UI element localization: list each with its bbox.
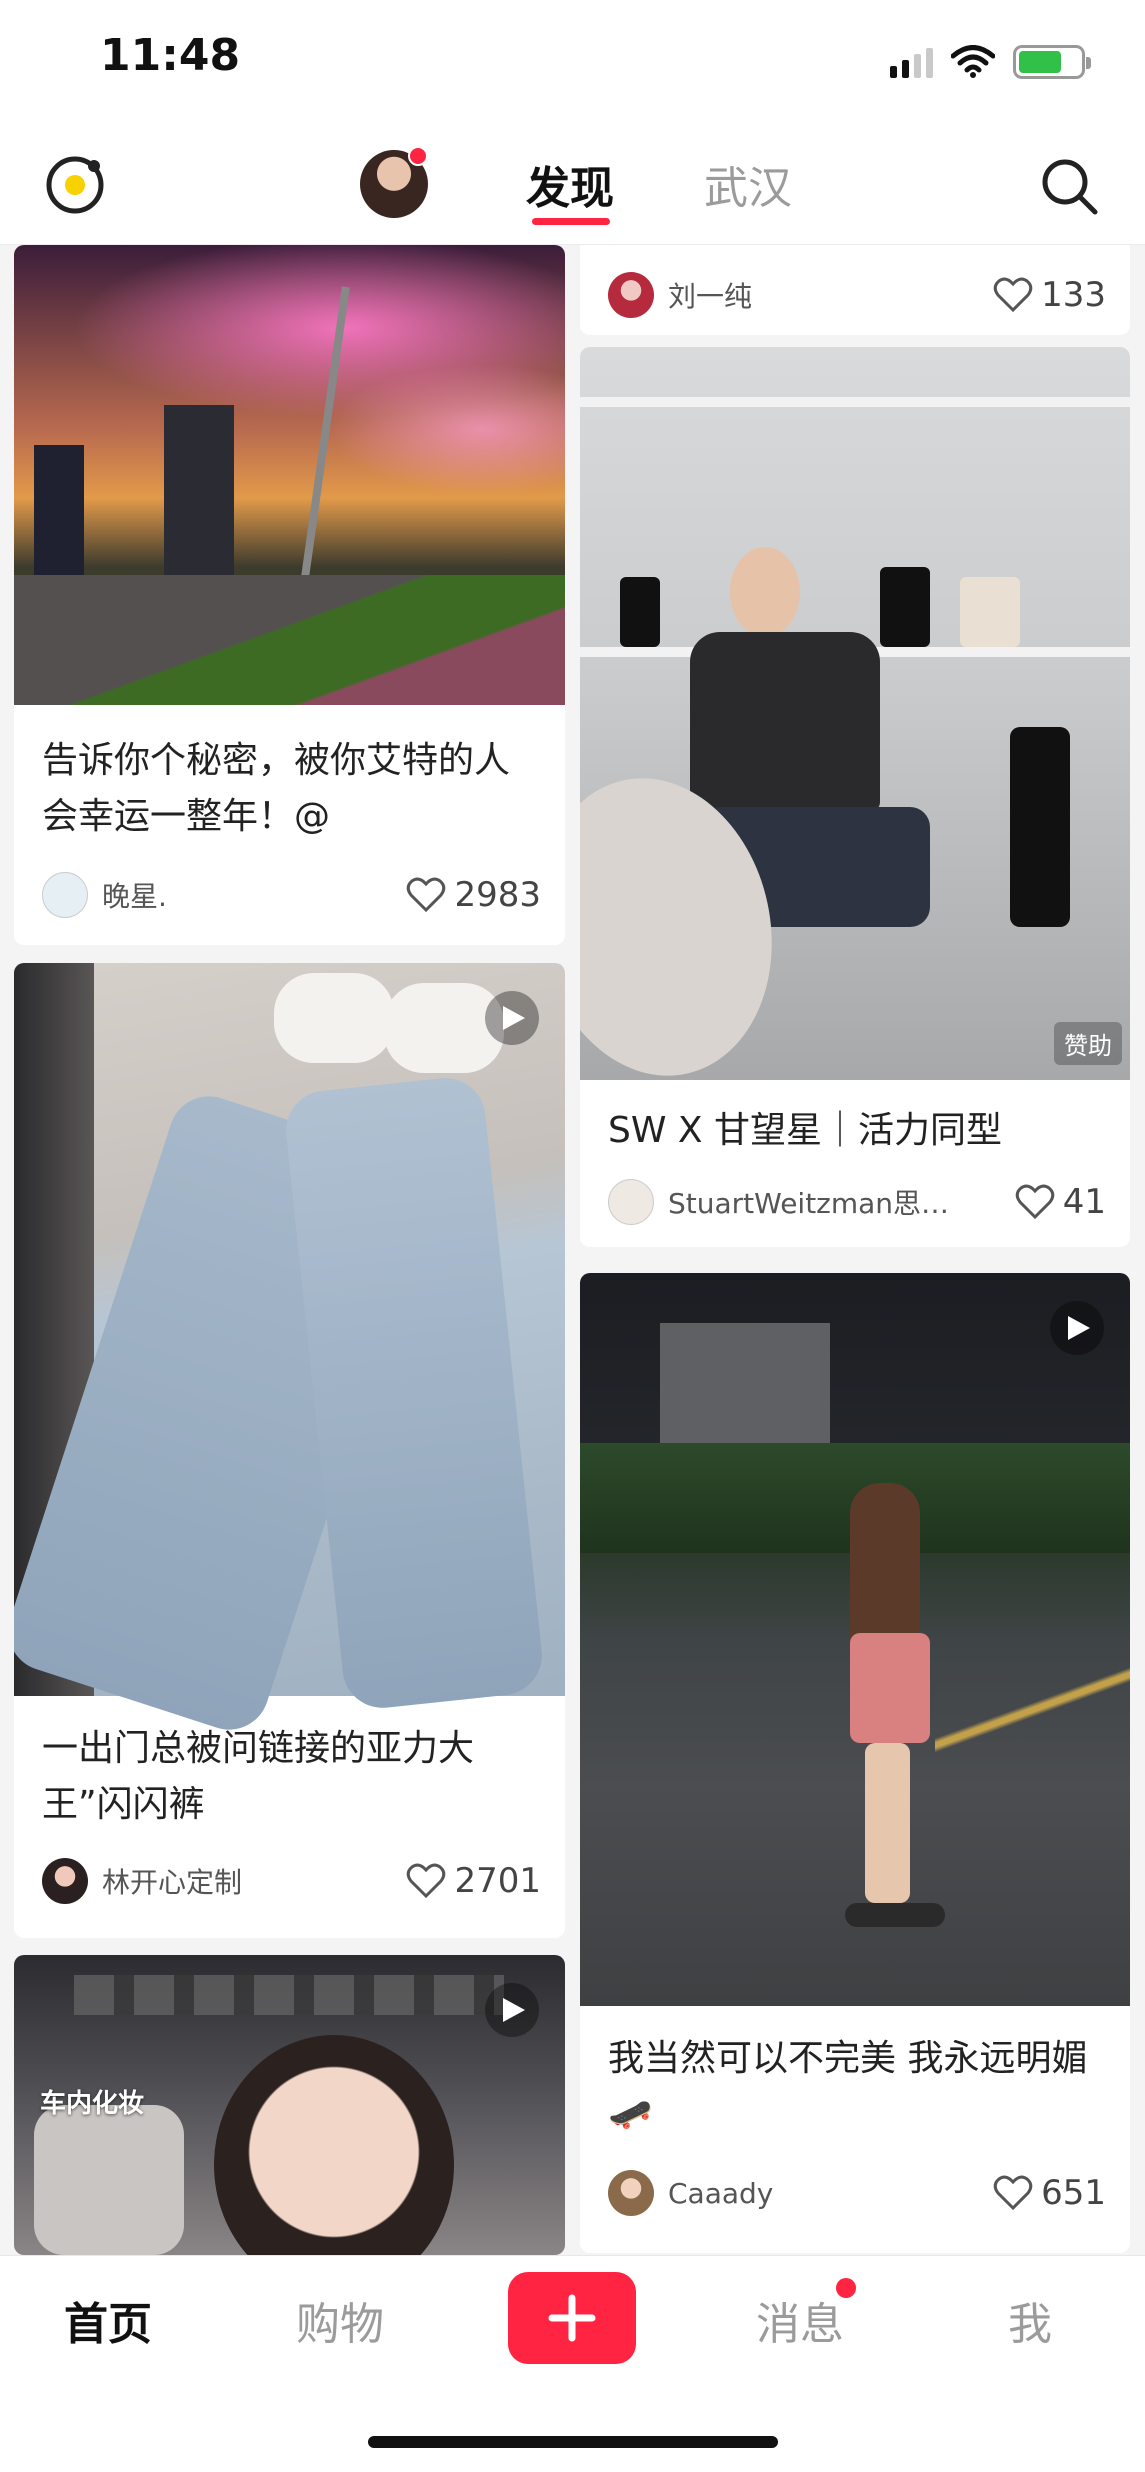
card-meta: 晚星. 2983 xyxy=(42,870,541,920)
note-title[interactable]: 告诉你个秘密，被你艾特的人会幸运一整年！@ xyxy=(42,733,541,845)
like-button[interactable]: 2983 xyxy=(406,875,541,915)
tab-shopping[interactable]: 购物 xyxy=(296,2288,384,2352)
author-name[interactable]: 晚星. xyxy=(102,875,406,915)
feed-card[interactable]: 刘一纯 133 xyxy=(580,245,1130,335)
tab-discover[interactable]: 发现 xyxy=(526,152,614,216)
status-time: 11:48 xyxy=(100,30,241,81)
author-name[interactable]: Caaady xyxy=(668,2177,993,2210)
xiaohongshu-discover-screen: 11:48 发现 武汉 刘一纯 133 告诉你个秘密，被你艾特的人会幸运一整年！… xyxy=(0,0,1145,2472)
note-title[interactable]: 一出门总被问链接的亚力大王”闪闪裤 xyxy=(42,1721,541,1833)
message-unread-dot xyxy=(836,2278,856,2298)
like-button[interactable]: 651 xyxy=(993,2173,1106,2213)
card-meta: 林开心定制 2701 xyxy=(42,1856,541,1906)
cover-overlay-text: 车内化妆 xyxy=(40,2089,145,2119)
live-camera-icon[interactable] xyxy=(42,152,108,218)
heart-icon xyxy=(407,877,446,913)
like-button[interactable]: 41 xyxy=(1015,1182,1106,1222)
note-cover-image xyxy=(14,963,565,1741)
top-nav: 发现 武汉 xyxy=(0,130,1145,245)
author-avatar[interactable] xyxy=(608,1179,654,1225)
tab-home[interactable]: 首页 xyxy=(64,2288,152,2352)
notification-dot xyxy=(408,146,428,166)
card-meta: 刘一纯 133 xyxy=(608,270,1106,320)
like-button[interactable]: 133 xyxy=(993,275,1106,315)
tab-city[interactable]: 武汉 xyxy=(704,152,792,216)
author-name[interactable]: StuartWeitzman思… xyxy=(668,1182,1015,1222)
author-avatar[interactable] xyxy=(608,272,654,318)
video-indicator-icon xyxy=(1050,1301,1104,1355)
note-cover-image xyxy=(580,1273,1130,2006)
feed-card[interactable]: 赞助 SW X 甘望星｜活力同型 StuartWeitzman思… 41 xyxy=(580,347,1130,1247)
note-title[interactable]: 我当然可以不完美 我永远明媚🛹 xyxy=(608,2031,1106,2143)
note-cover-image xyxy=(580,347,1130,1098)
battery-charging-icon xyxy=(1013,45,1091,79)
like-count: 2983 xyxy=(454,875,541,915)
note-cover-image xyxy=(14,245,565,705)
like-count: 41 xyxy=(1062,1182,1106,1222)
author-name[interactable]: 林开心定制 xyxy=(102,1861,406,1901)
heart-icon xyxy=(993,277,1033,313)
feed-card[interactable]: 车内化妆 xyxy=(14,1955,565,2255)
sponsored-badge: 赞助 xyxy=(1054,1022,1122,1065)
status-icons xyxy=(890,40,1091,84)
author-avatar[interactable] xyxy=(42,872,88,918)
home-indicator[interactable] xyxy=(368,2436,778,2448)
like-button[interactable]: 2701 xyxy=(406,1861,541,1901)
discover-feed[interactable]: 刘一纯 133 告诉你个秘密，被你艾特的人会幸运一整年！@ 晚星. 2983 赞… xyxy=(0,245,1145,2255)
feed-card[interactable]: 一出门总被问链接的亚力大王”闪闪裤 林开心定制 2701 xyxy=(14,963,565,1938)
like-count: 651 xyxy=(1041,2173,1106,2213)
heart-icon xyxy=(407,1863,446,1899)
video-indicator-icon xyxy=(485,991,539,1045)
card-meta: StuartWeitzman思… 41 xyxy=(608,1177,1106,1227)
author-avatar[interactable] xyxy=(608,2170,654,2216)
like-count: 133 xyxy=(1041,275,1106,315)
cellular-signal-icon xyxy=(890,46,933,78)
heart-icon xyxy=(993,2175,1033,2211)
note-title[interactable]: SW X 甘望星｜活力同型 xyxy=(608,1103,1106,1159)
author-name[interactable]: 刘一纯 xyxy=(668,275,993,315)
feed-card[interactable]: 告诉你个秘密，被你艾特的人会幸运一整年！@ 晚星. 2983 xyxy=(14,245,565,945)
video-indicator-icon xyxy=(485,1983,539,2037)
tab-me[interactable]: 我 xyxy=(1008,2288,1052,2352)
wifi-icon xyxy=(951,45,995,78)
active-tab-indicator xyxy=(532,218,610,225)
card-meta: Caaady 651 xyxy=(608,2168,1106,2218)
create-post-button[interactable] xyxy=(508,2272,636,2364)
search-icon[interactable] xyxy=(1037,154,1101,218)
like-count: 2701 xyxy=(454,1861,541,1901)
bottom-tab-bar: 首页 购物 消息 我 xyxy=(0,2255,1145,2472)
plus-icon xyxy=(548,2294,596,2342)
status-bar: 11:48 xyxy=(0,0,1145,130)
heart-icon xyxy=(1015,1184,1054,1220)
tab-messages[interactable]: 消息 xyxy=(756,2288,844,2352)
feed-card[interactable]: 我当然可以不完美 我永远明媚🛹 Caaady 651 xyxy=(580,1273,1130,2253)
author-avatar[interactable] xyxy=(42,1858,88,1904)
